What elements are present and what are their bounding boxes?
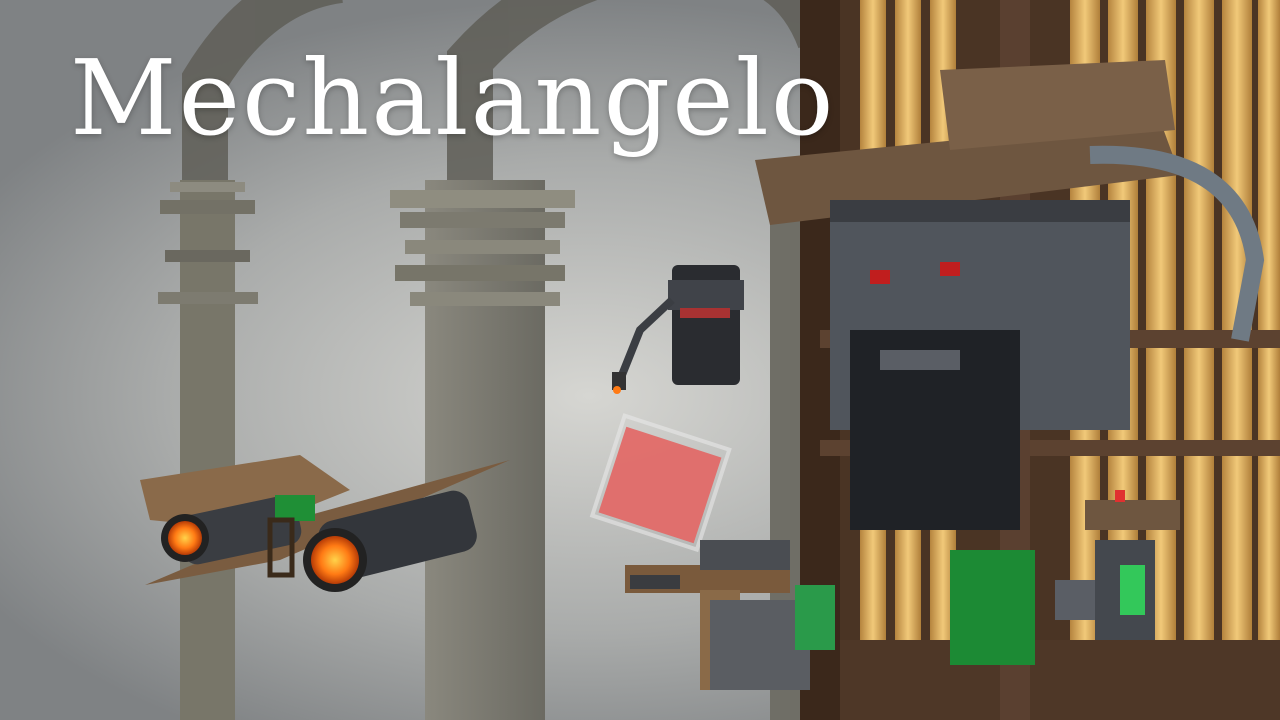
game-title: Mechalangelo — [70, 37, 836, 159]
game-scene: Mechalangelo — [0, 0, 1280, 720]
